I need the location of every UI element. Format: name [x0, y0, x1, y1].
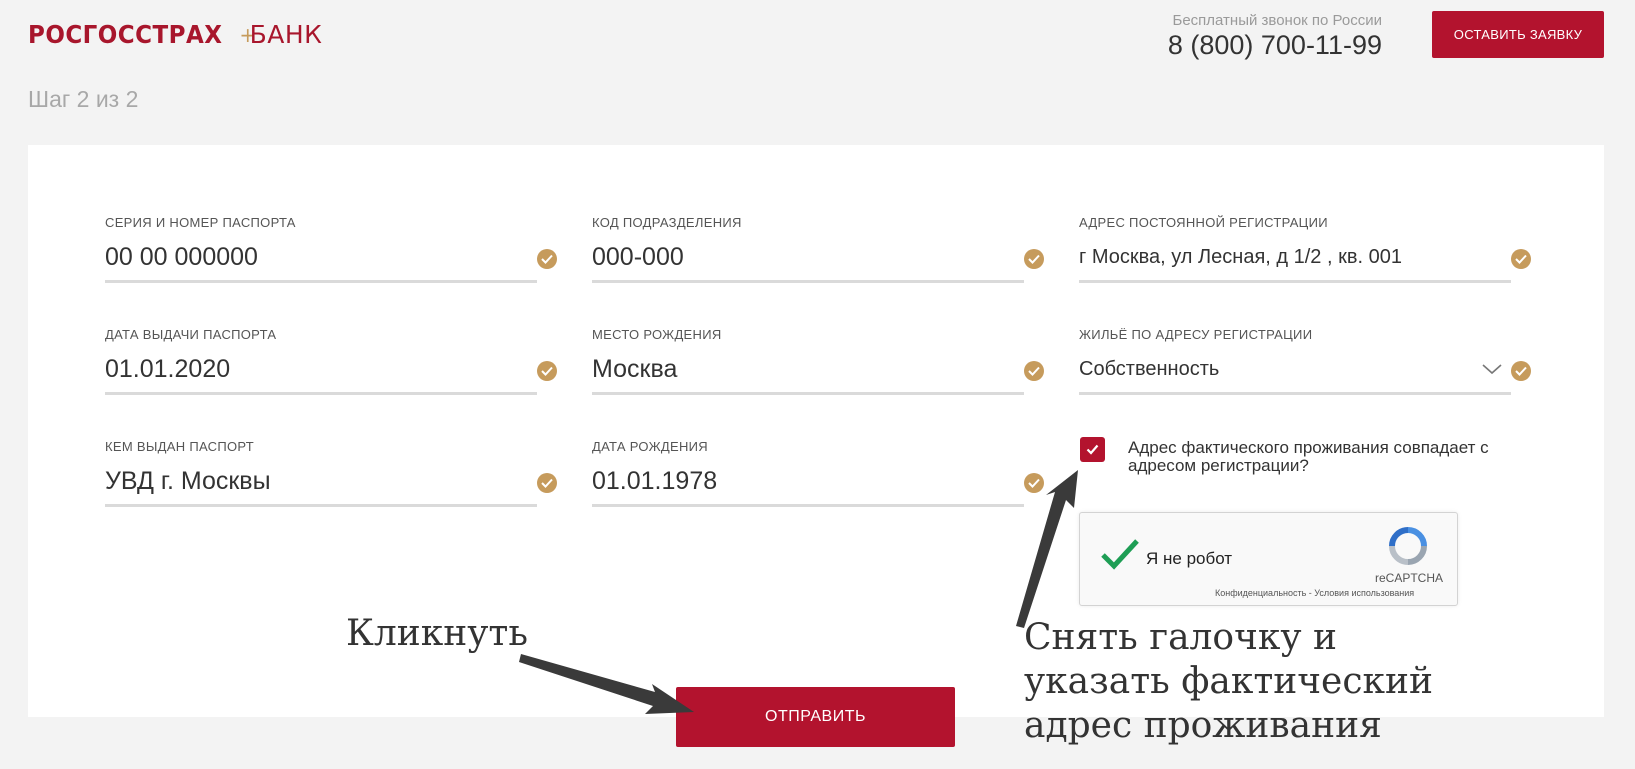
apply-button[interactable]: ОСТАВИТЬ ЗАЯВКУ	[1432, 11, 1604, 58]
field-label: КОД ПОДРАЗДЕЛЕНИЯ	[592, 215, 742, 230]
phone-block: Бесплатный звонок по России 8 (800) 700-…	[1168, 12, 1382, 61]
annotation-uncheck: Снять галочку и указать фактический адре…	[1024, 617, 1434, 746]
check-icon	[1024, 473, 1044, 493]
issued-by-field[interactable]: КЕМ ВЫДАН ПАСПОРТ УВД г. Москвы	[105, 439, 557, 507]
check-icon	[537, 361, 557, 381]
logo-text-strong: РОСГОССТРАХ	[28, 20, 223, 49]
check-icon	[1024, 249, 1044, 269]
field-label: ДАТА РОЖДЕНИЯ	[592, 439, 708, 454]
field-label: ЖИЛЬЁ ПО АДРЕСУ РЕГИСТРАЦИИ	[1079, 327, 1313, 342]
same-address-checkbox[interactable]	[1080, 437, 1105, 462]
housing-type-field[interactable]: ЖИЛЬЁ ПО АДРЕСУ РЕГИСТРАЦИИ Собственност…	[1079, 327, 1531, 395]
recaptcha-widget[interactable]: Я не робот reCAPTCHA Конфиденциальность …	[1079, 512, 1458, 606]
check-icon	[537, 249, 557, 269]
issue-date-field[interactable]: ДАТА ВЫДАЧИ ПАСПОРТА 01.01.2020	[105, 327, 557, 395]
check-icon	[1511, 249, 1531, 269]
phone-number[interactable]: 8 (800) 700-11-99	[1168, 30, 1382, 61]
passport-number-field[interactable]: СЕРИЯ И НОМЕР ПАСПОРТА 00 00 000000	[105, 215, 557, 283]
field-label: СЕРИЯ И НОМЕР ПАСПОРТА	[105, 215, 296, 230]
submit-button[interactable]: ОТПРАВИТЬ	[676, 687, 955, 747]
field-label: АДРЕС ПОСТОЯННОЙ РЕГИСТРАЦИИ	[1079, 215, 1328, 230]
issued-by-input[interactable]: УВД г. Москвы	[105, 467, 537, 507]
registration-address-field[interactable]: АДРЕС ПОСТОЯННОЙ РЕГИСТРАЦИИ г Москва, у…	[1079, 215, 1531, 283]
birth-date-field[interactable]: ДАТА РОЖДЕНИЯ 01.01.1978	[592, 439, 1044, 507]
birth-place-input[interactable]: Москва	[592, 355, 1024, 395]
birth-date-input[interactable]: 01.01.1978	[592, 467, 1024, 507]
field-label: ДАТА ВЫДАЧИ ПАСПОРТА	[105, 327, 277, 342]
field-label: КЕМ ВЫДАН ПАСПОРТ	[105, 439, 255, 454]
checkmark-icon	[1086, 444, 1099, 455]
check-icon	[1511, 361, 1531, 381]
same-address-label[interactable]: Адрес фактического проживания совпадает …	[1128, 439, 1528, 475]
check-icon	[537, 473, 557, 493]
check-icon	[1024, 361, 1044, 381]
recaptcha-check-icon[interactable]	[1100, 537, 1140, 576]
recaptcha-logo-icon	[1388, 526, 1428, 571]
department-code-field[interactable]: КОД ПОДРАЗДЕЛЕНИЯ 000-000	[592, 215, 1044, 283]
registration-address-input[interactable]: г Москва, ул Лесная, д 1/2 , кв. 001	[1079, 243, 1511, 283]
phone-caption: Бесплатный звонок по России	[1172, 12, 1382, 29]
birth-place-field[interactable]: МЕСТО РОЖДЕНИЯ Москва	[592, 327, 1044, 395]
logo[interactable]: РОСГОССТРАХ + БАНК	[28, 20, 322, 49]
annotation-click: Кликнуть	[346, 613, 528, 654]
chevron-down-icon[interactable]	[1481, 358, 1503, 380]
issue-date-input[interactable]: 01.01.2020	[105, 355, 537, 395]
field-label: МЕСТО РОЖДЕНИЯ	[592, 327, 722, 342]
recaptcha-links[interactable]: Конфиденциальность - Условия использован…	[1215, 588, 1414, 598]
department-code-input[interactable]: 000-000	[592, 243, 1024, 283]
housing-type-select[interactable]: Собственность	[1079, 355, 1511, 395]
step-indicator: Шаг 2 из 2	[28, 86, 139, 112]
recaptcha-label: Я не робот	[1146, 549, 1233, 568]
passport-number-input[interactable]: 00 00 000000	[105, 243, 537, 283]
logo-text-light: БАНК	[249, 20, 323, 49]
recaptcha-brand: reCAPTCHA	[1375, 571, 1444, 585]
